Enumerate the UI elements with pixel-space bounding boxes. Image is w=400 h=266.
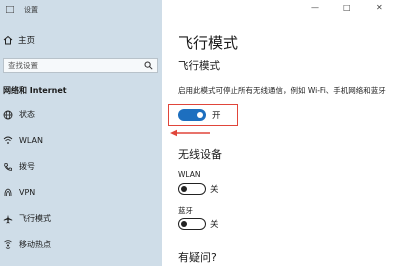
search-box[interactable] xyxy=(3,58,158,73)
toggle-knob xyxy=(181,220,187,227)
toggle-knob xyxy=(197,112,203,118)
close-button[interactable]: ✕ xyxy=(376,3,383,12)
home-icon xyxy=(3,35,13,45)
settings-app-icon xyxy=(6,6,14,13)
airplane-mode-toggle[interactable] xyxy=(178,109,206,121)
sidebar-item-label: 飞行模式 xyxy=(19,214,51,223)
wlan-state: 关 xyxy=(210,185,219,195)
window-title: 设置 xyxy=(24,6,38,14)
sidebar-item-label: VPN xyxy=(19,187,36,197)
sidebar-item-label: 移动热点 xyxy=(19,240,51,249)
phone-icon xyxy=(4,162,12,171)
sidebar-item-label: 状态 xyxy=(19,110,35,119)
sidebar-item-airplane-mode[interactable]: 飞行模式 xyxy=(3,213,51,224)
home-nav[interactable]: 主页 xyxy=(3,34,35,46)
sidebar-item-mobile-hotspot[interactable]: 移动热点 xyxy=(3,239,51,250)
bluetooth-state: 关 xyxy=(210,220,219,230)
hotspot-icon xyxy=(4,239,12,249)
faq-heading: 有疑问? xyxy=(178,251,217,264)
wlan-toggle[interactable] xyxy=(178,183,206,195)
sidebar-item-dialup[interactable]: 拨号 xyxy=(3,161,35,172)
wlan-label: WLAN xyxy=(178,170,201,179)
vpn-icon xyxy=(4,188,12,197)
globe-icon xyxy=(3,110,13,119)
sidebar-item-label: WLAN xyxy=(19,135,44,145)
maximize-button[interactable]: □ xyxy=(343,3,351,12)
wifi-icon xyxy=(3,136,13,144)
search-input[interactable] xyxy=(8,61,128,70)
sidebar-section-title: 网络和 Internet xyxy=(3,86,67,95)
minimize-button[interactable]: — xyxy=(311,3,319,12)
airplane-mode-description: 启用此模式可停止所有无线通信，例如 Wi-Fi、手机网络和蓝牙 xyxy=(178,86,386,95)
sidebar: 设置 主页 网络和 Internet 状态 WLAN xyxy=(0,0,162,266)
airplane-mode-heading: 飞行模式 xyxy=(178,60,220,72)
page-title: 飞行模式 xyxy=(178,34,239,52)
airplane-icon xyxy=(3,214,13,223)
airplane-mode-state: 开 xyxy=(212,111,221,121)
sidebar-item-label: 拨号 xyxy=(19,162,35,171)
sidebar-item-wlan[interactable]: WLAN xyxy=(3,135,43,145)
bluetooth-label: 蓝牙 xyxy=(178,206,193,215)
bluetooth-toggle[interactable] xyxy=(178,218,206,230)
pointer-arrow-icon xyxy=(170,129,210,137)
wireless-devices-heading: 无线设备 xyxy=(178,148,222,161)
sidebar-item-status[interactable]: 状态 xyxy=(3,109,35,120)
home-label: 主页 xyxy=(18,36,36,46)
toggle-knob xyxy=(181,185,187,192)
sidebar-item-vpn[interactable]: VPN xyxy=(3,187,35,197)
search-icon[interactable] xyxy=(144,61,153,70)
